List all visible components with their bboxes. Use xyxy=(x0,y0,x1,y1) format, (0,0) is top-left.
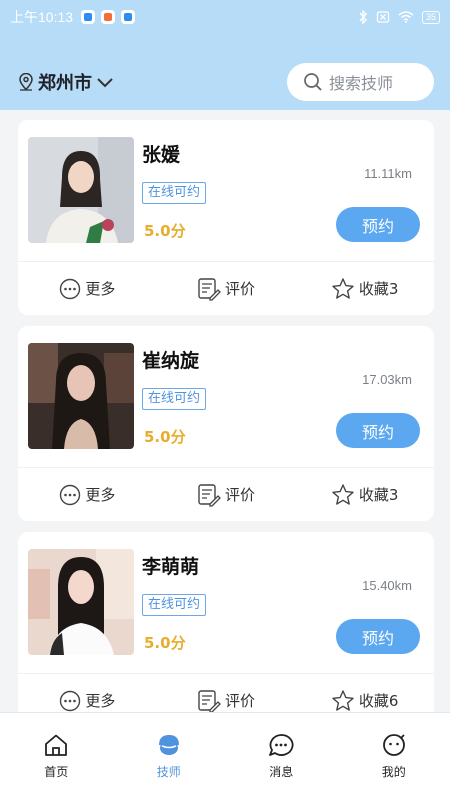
more-label: 更多 xyxy=(85,280,116,298)
technician-name: 张媛 xyxy=(142,144,181,166)
favorite-button[interactable]: 收藏3 xyxy=(295,468,434,521)
more-icon xyxy=(60,278,81,299)
book-button[interactable]: 预约 xyxy=(336,413,420,448)
rating-score: 5.0分 xyxy=(144,634,186,652)
star-icon xyxy=(332,689,354,711)
rating-score: 5.0分 xyxy=(144,428,186,446)
search-input[interactable]: 搜索技师 xyxy=(287,63,434,101)
availability-badge: 在线可约 xyxy=(142,182,207,204)
rating-score: 5.0分 xyxy=(144,222,186,240)
book-button[interactable]: 预约 xyxy=(336,619,420,654)
tab-label: 技师 xyxy=(156,765,181,779)
home-icon xyxy=(45,734,68,756)
star-icon xyxy=(332,277,354,299)
tab-label: 我的 xyxy=(381,765,406,779)
review-icon xyxy=(198,277,221,301)
more-label: 更多 xyxy=(85,692,116,710)
location-pin-icon xyxy=(19,73,33,91)
bluetooth-icon xyxy=(359,10,367,24)
technician-name: 李萌萌 xyxy=(142,556,200,578)
distance-label: 15.40km xyxy=(362,578,412,593)
review-label: 评价 xyxy=(225,280,256,298)
status-bar: 上午10:13 35 xyxy=(0,0,450,34)
city-name: 郑州市 xyxy=(38,73,92,94)
tab-label: 首页 xyxy=(44,765,69,779)
status-time: 上午10:13 xyxy=(10,9,74,25)
tab-profile[interactable]: 我的 xyxy=(338,713,450,800)
message-icon xyxy=(269,734,294,756)
technician-photo[interactable] xyxy=(28,549,134,655)
no-sim-icon xyxy=(376,11,390,23)
star-icon xyxy=(332,483,354,505)
review-label: 评价 xyxy=(225,486,256,504)
search-placeholder: 搜索技师 xyxy=(329,74,394,93)
more-button[interactable]: 更多 xyxy=(18,262,157,315)
technician-photo[interactable] xyxy=(28,343,134,449)
chevron-down-icon xyxy=(97,78,113,88)
availability-badge: 在线可约 xyxy=(142,594,207,616)
favorite-label: 收藏6 xyxy=(358,692,399,710)
app-notification-icon xyxy=(81,10,96,24)
distance-label: 11.11km xyxy=(364,166,412,181)
more-label: 更多 xyxy=(85,486,116,504)
more-icon xyxy=(60,690,81,711)
review-icon xyxy=(198,483,221,507)
battery-indicator: 35 xyxy=(421,10,440,24)
review-icon xyxy=(198,689,221,713)
technician-name: 崔纳旋 xyxy=(142,350,200,372)
review-button[interactable]: 评价 xyxy=(157,468,296,521)
tab-messages[interactable]: 消息 xyxy=(225,713,338,800)
search-icon xyxy=(304,73,322,91)
city-selector[interactable]: 郑州市 xyxy=(18,68,114,96)
bottom-tab-bar: 首页 技师 消息 我的 xyxy=(0,712,450,800)
wifi-icon xyxy=(398,11,414,23)
card-actions: 更多 评价 收藏3 xyxy=(18,262,434,315)
technician-card[interactable]: 崔纳旋 在线可约 5.0分 17.03km 预约 更多 评价 收藏3 xyxy=(18,326,434,521)
app-notification-icon xyxy=(101,10,116,24)
profile-icon xyxy=(382,734,405,756)
card-actions: 更多 评价 收藏3 xyxy=(18,468,434,521)
tab-label: 消息 xyxy=(269,765,294,779)
review-button[interactable]: 评价 xyxy=(157,262,296,315)
availability-badge: 在线可约 xyxy=(142,388,207,410)
review-label: 评价 xyxy=(225,692,256,710)
favorite-label: 收藏3 xyxy=(358,486,399,504)
more-button[interactable]: 更多 xyxy=(18,468,157,521)
book-button[interactable]: 预约 xyxy=(336,207,420,242)
tab-technician[interactable]: 技师 xyxy=(113,713,226,800)
favorite-button[interactable]: 收藏3 xyxy=(295,262,434,315)
technician-icon xyxy=(158,735,179,755)
distance-label: 17.03km xyxy=(362,372,412,387)
technician-card[interactable]: 李萌萌 在线可约 5.0分 15.40km 预约 更多 评价 收藏6 xyxy=(18,532,434,727)
more-icon xyxy=(60,484,81,505)
tab-home[interactable]: 首页 xyxy=(0,713,113,800)
favorite-label: 收藏3 xyxy=(358,280,399,298)
app-notification-icon xyxy=(121,10,136,24)
technician-photo[interactable] xyxy=(28,137,134,243)
technician-card[interactable]: 张媛 在线可约 5.0分 11.11km 预约 更多 评价 收藏3 xyxy=(18,120,434,315)
